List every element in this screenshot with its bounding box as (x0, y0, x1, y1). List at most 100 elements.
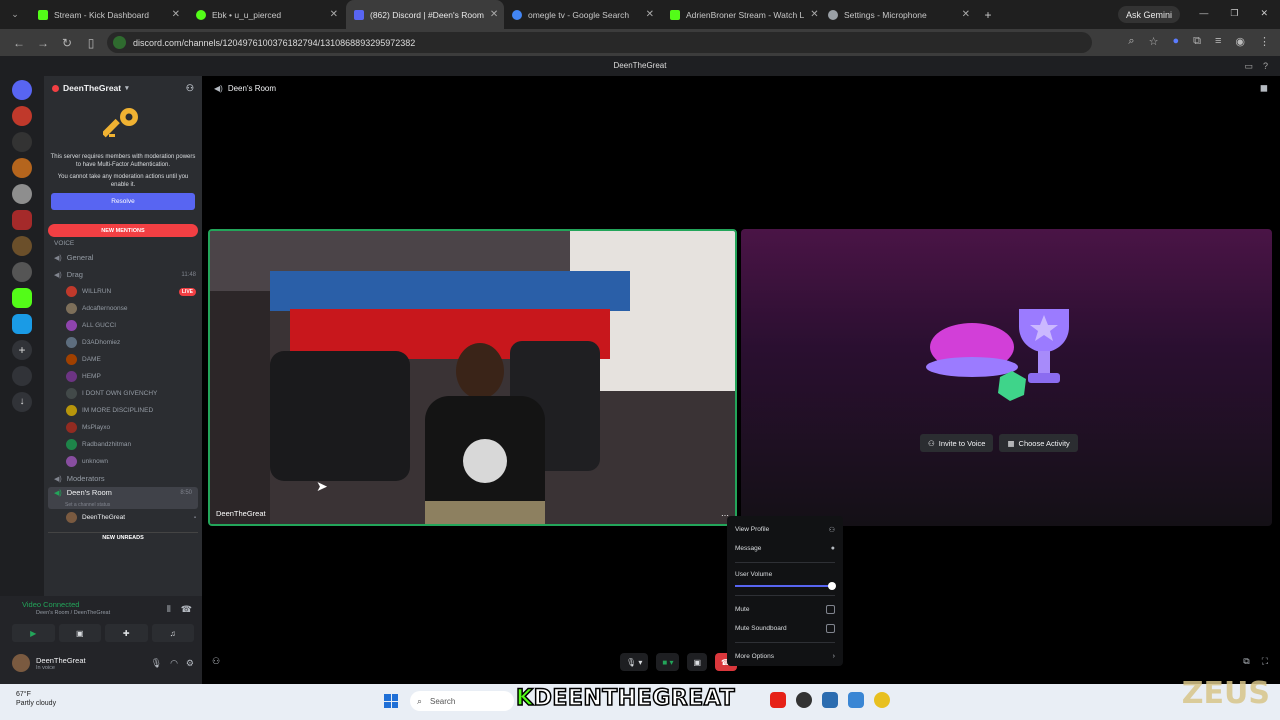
voice-category[interactable]: VOICE (44, 237, 202, 249)
new-unreads-pill[interactable]: NEW UNREADS (48, 532, 198, 543)
channel-deens-room[interactable]: ◀) Deen's Room 8:50 Set a channel status (48, 487, 198, 509)
popout-icon[interactable]: ⧉ (1243, 656, 1249, 667)
close-icon[interactable]: ✕ (172, 9, 180, 20)
slider-handle[interactable] (828, 582, 836, 590)
browser-tab-active[interactable]: (862) Discord | #Deen's Room ✕ (346, 0, 504, 29)
add-person-icon[interactable]: ⚇ (212, 656, 220, 667)
mute-soundboard-checkbox[interactable] (826, 624, 835, 633)
voice-member[interactable]: Adcafternoonse (44, 300, 202, 317)
voice-member[interactable]: HEMP (44, 368, 202, 385)
activities-button[interactable]: ✚ (105, 624, 148, 642)
menu-icon[interactable]: ⋮ (1259, 35, 1270, 48)
download-icon[interactable]: ↓ (12, 392, 32, 412)
gear-icon[interactable]: ⚙ (186, 658, 194, 669)
new-mentions-pill[interactable]: NEW MENTIONS (48, 224, 198, 237)
voice-member[interactable]: ALL GUCCI (44, 317, 202, 334)
channel-moderators[interactable]: ◀) Moderators (44, 470, 202, 487)
url-field[interactable]: discord.com/channels/1204976100376182794… (107, 32, 1092, 53)
browser-tab[interactable]: Ebk • u_u_pierced ✕ (188, 0, 346, 29)
back-icon[interactable]: ← (12, 36, 26, 50)
close-icon[interactable]: ✕ (810, 9, 818, 20)
chrome-icon[interactable] (874, 692, 890, 708)
voice-member[interactable]: WILLRUN LIVE (44, 283, 202, 300)
downloads-icon[interactable]: ≡ (1215, 35, 1221, 48)
split-view-icon[interactable]: ▯ (84, 36, 98, 50)
site-info-icon[interactable] (113, 36, 126, 49)
disconnect-icon[interactable]: ☎ (181, 604, 192, 615)
browser-tab[interactable]: Settings - Microphone ✕ (820, 0, 978, 29)
extensions-puzzle-icon[interactable]: ⧉ (1193, 35, 1201, 48)
new-tab-button[interactable]: + (978, 8, 998, 22)
menu-view-profile[interactable]: View Profile ⚇ (735, 520, 835, 539)
app-icon[interactable] (822, 692, 838, 708)
browser-tab[interactable]: AdrienBroner Stream - Watch L ✕ (662, 0, 820, 29)
close-icon[interactable]: ✕ (962, 9, 970, 20)
close-window-icon[interactable]: ✕ (1260, 8, 1268, 19)
menu-message[interactable]: Message ● (735, 539, 835, 558)
menu-more-options[interactable]: More Options › (735, 647, 835, 666)
menu-mute-soundboard[interactable]: Mute Soundboard (735, 619, 835, 638)
microphone-toggle-button[interactable]: 🎙 ▾ (620, 653, 649, 671)
server-icon[interactable] (12, 236, 32, 256)
zoom-icon[interactable]: ⌕ (1128, 35, 1134, 48)
browser-tab[interactable]: omegle tv - Google Search ✕ (504, 0, 662, 29)
windows-start-icon[interactable] (384, 694, 398, 708)
tab-search-icon[interactable]: ⌄ (0, 9, 30, 20)
screen-share-button[interactable]: ▣ (58, 624, 101, 642)
chat-icon[interactable]: ◼ (1260, 83, 1268, 94)
channel-drag[interactable]: ◀) Drag 11:48 (44, 266, 202, 283)
invite-to-voice-button[interactable]: ⚇ Invite to Voice (920, 434, 994, 452)
noise-suppression-icon[interactable]: ⦀ (167, 604, 171, 615)
browser-tab[interactable]: Stream - Kick Dashboard ✕ (30, 0, 188, 29)
taskbar-search[interactable]: ⌕ Search (410, 691, 514, 711)
add-server-icon[interactable]: + (12, 340, 32, 360)
reload-icon[interactable]: ↻ (60, 36, 74, 50)
headphones-icon[interactable]: ◠ (170, 658, 178, 669)
server-icon[interactable] (12, 106, 32, 126)
close-icon[interactable]: ✕ (490, 9, 498, 20)
soundboard-button[interactable]: ♫ (151, 624, 194, 642)
server-icon[interactable] (12, 210, 32, 230)
room-member[interactable]: DeenTheGreat ▪ (44, 509, 202, 526)
extension-icon[interactable]: ● (1172, 35, 1179, 48)
maximize-icon[interactable]: ❐ (1230, 8, 1238, 19)
fullscreen-icon[interactable]: ⛶ (1262, 656, 1268, 667)
user-area[interactable]: DeenTheGreat In voice 🎙 ◠ ⚙ (12, 654, 194, 672)
youtube-icon[interactable] (770, 692, 786, 708)
camera-button[interactable]: ▶ (12, 624, 55, 642)
app-icon[interactable] (848, 692, 864, 708)
screen-share-toggle-button[interactable]: ▣ (687, 653, 708, 671)
voice-member[interactable]: I DONT OWN GIVENCHY (44, 385, 202, 402)
server-icon[interactable] (12, 132, 32, 152)
resolve-button[interactable]: Resolve (51, 193, 195, 210)
bookmark-star-icon[interactable]: ☆ (1149, 35, 1159, 48)
discover-icon[interactable] (12, 366, 32, 386)
voice-member[interactable]: unknown (44, 453, 202, 470)
voice-member[interactable]: D3ADhomiez (44, 334, 202, 351)
weather-widget[interactable]: 67°F Partly cloudy (16, 690, 56, 708)
microphone-icon[interactable]: 🎙 (151, 658, 162, 669)
server-icon[interactable] (12, 184, 32, 204)
camera-toggle-button[interactable]: ■ ▾ (656, 653, 680, 671)
forward-icon[interactable]: → (36, 36, 50, 50)
voice-member[interactable]: Radbandzhitman (44, 436, 202, 453)
choose-activity-button[interactable]: ▦ Choose Activity (999, 434, 1078, 452)
profile-icon[interactable]: ◉ (1235, 35, 1245, 48)
channel-general[interactable]: ◀) General (44, 249, 202, 266)
server-icon[interactable] (12, 262, 32, 282)
voice-member[interactable]: DAME (44, 351, 202, 368)
minimize-icon[interactable]: — (1199, 8, 1208, 19)
user-volume-slider[interactable] (735, 581, 836, 591)
app-icon[interactable] (796, 692, 812, 708)
add-member-icon[interactable]: ⚇ (186, 83, 194, 94)
server-icon[interactable] (12, 314, 32, 334)
video-tile-self[interactable]: DeenTheGreat ⋯ (208, 229, 737, 526)
menu-mute[interactable]: Mute (735, 600, 835, 619)
mute-checkbox[interactable] (826, 605, 835, 614)
help-icon[interactable]: ? (1263, 56, 1268, 76)
discord-home-icon[interactable] (12, 80, 32, 100)
voice-sub[interactable]: Deen's Room / DeenTheGreat (36, 610, 110, 616)
server-icon[interactable] (12, 288, 32, 308)
inbox-icon[interactable]: ▭ (1244, 56, 1253, 76)
close-icon[interactable]: ✕ (330, 9, 338, 20)
